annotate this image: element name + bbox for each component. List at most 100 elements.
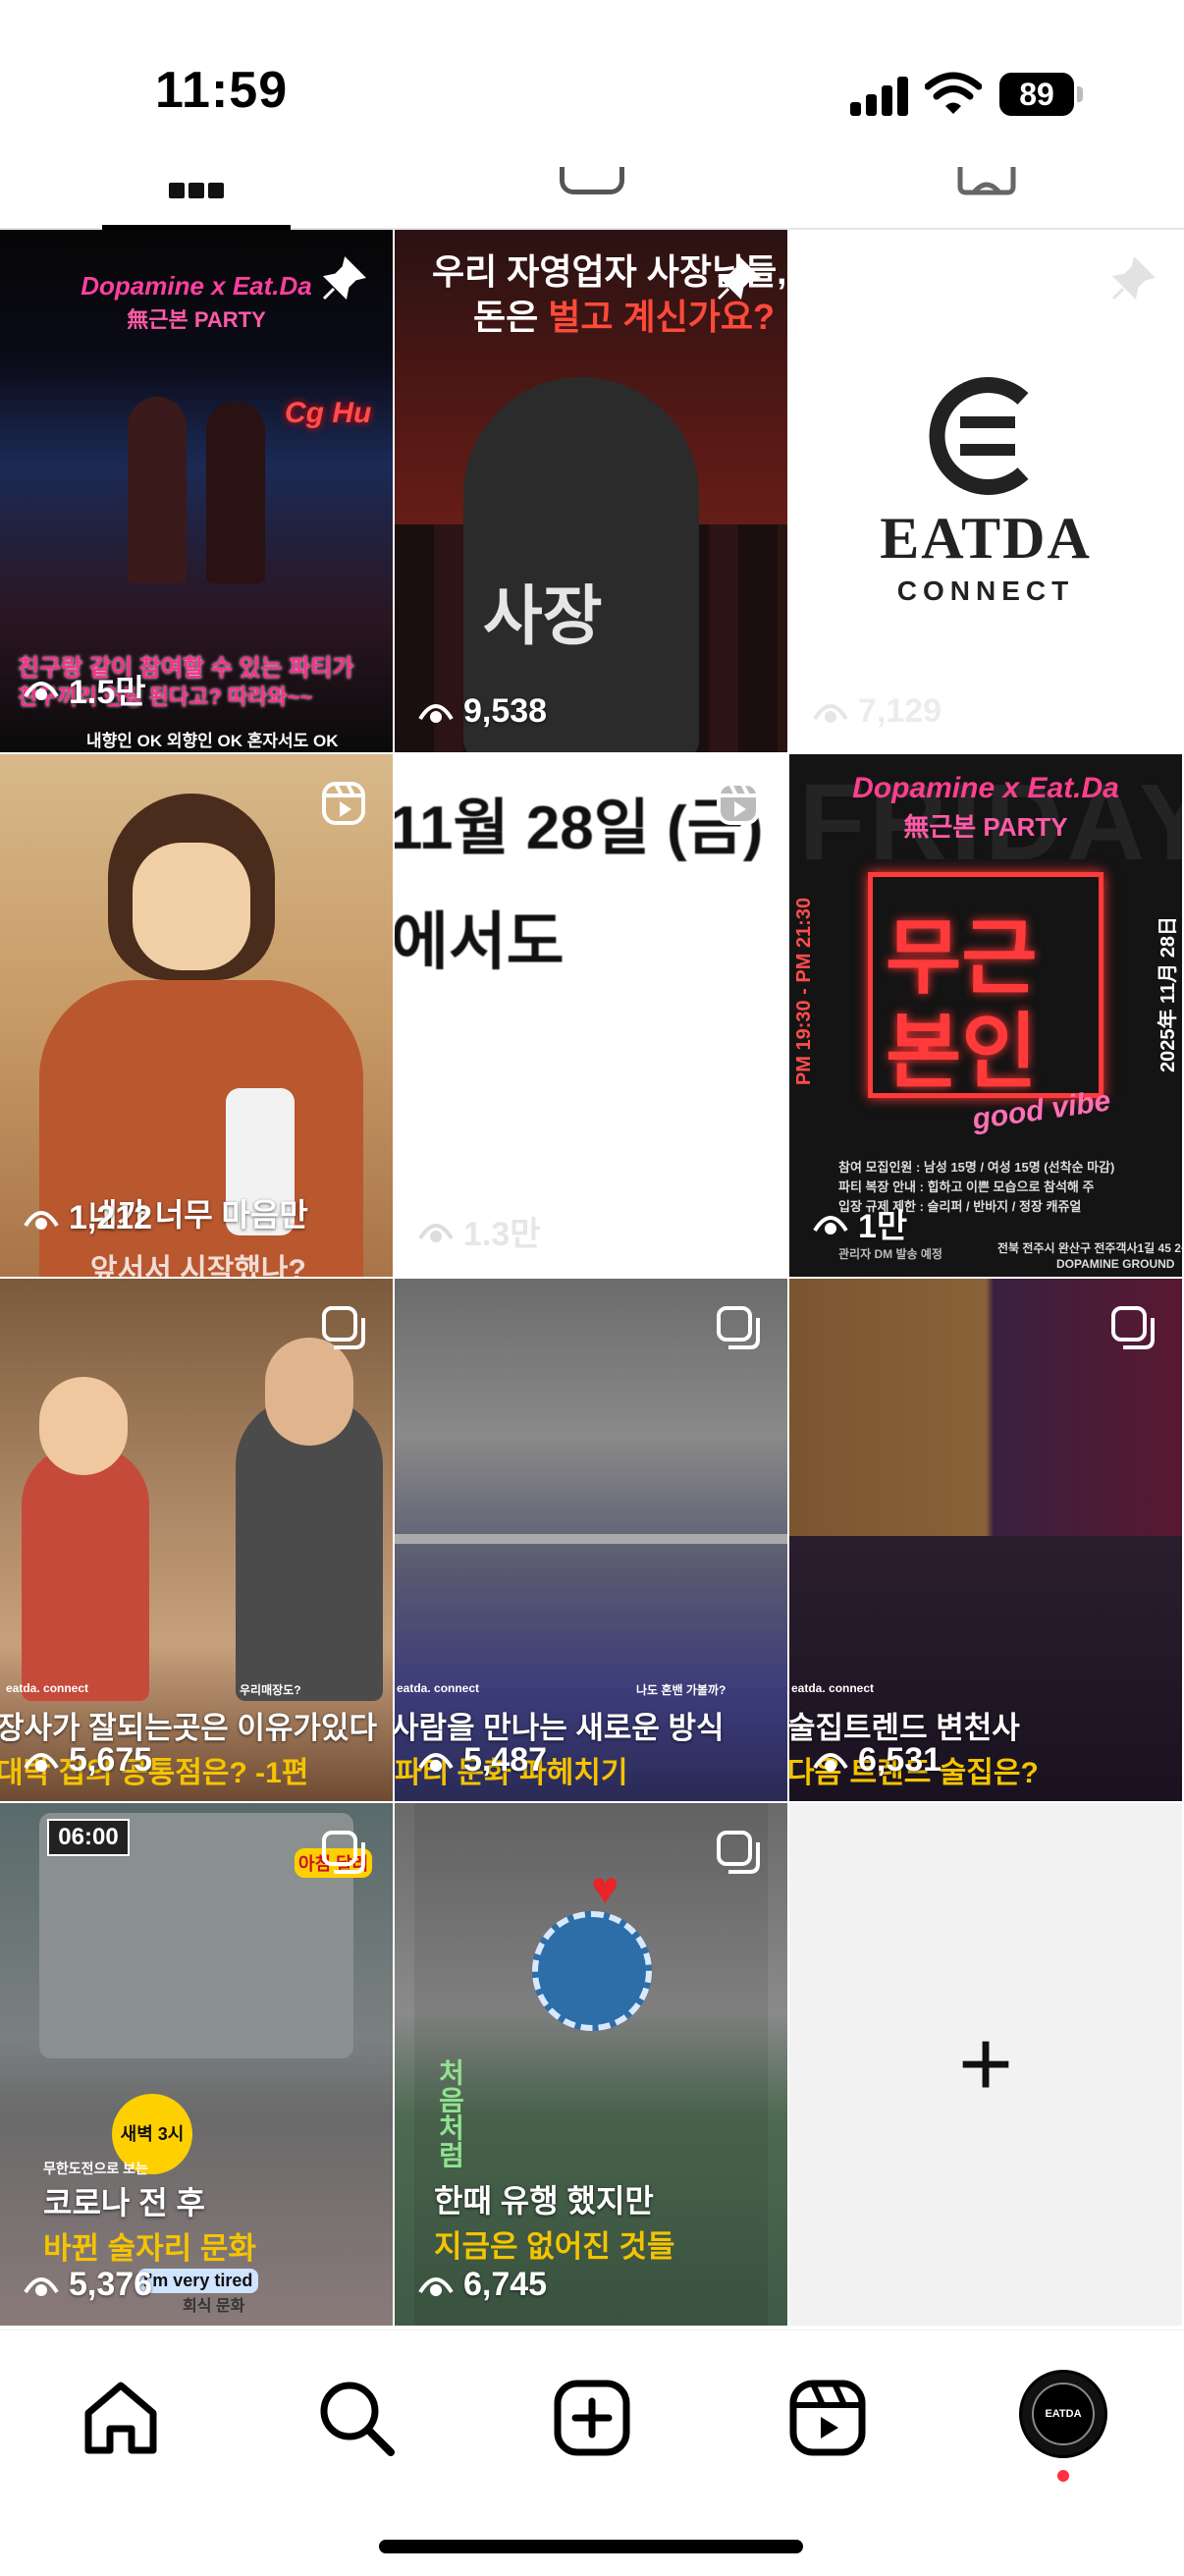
neon-sign: Cg Hu [285,397,372,429]
avatar-label: EATDA [1045,2408,1082,2420]
signal-icon [850,75,909,116]
view-count: 1만 [813,1199,907,1247]
shirt-text: 사장 [483,579,603,652]
post-caption: 앞서서 시작했나? [90,1254,306,1277]
notification-dot [1057,2470,1069,2482]
view-count: 5,376 [24,2266,152,2304]
eye-icon [418,1752,454,1772]
view-count-text: 5,487 [463,1741,548,1779]
sticker-label: I'm very tired [137,2269,259,2293]
person-figure [22,1446,149,1701]
avatar-inner: EATDA [1032,2383,1095,2445]
sticker-label: 회식 문화 [183,2298,245,2315]
post-tile[interactable]: ♥ 처음처럼 한때 유행 했지만 지금은 없어진 것들 6,745 [395,1803,787,2326]
carousel-icon [717,1306,760,1349]
post-title: Dopamine x Eat.Da [852,772,1119,804]
post-tile[interactable]: FRIDAY Dopamine x Eat.Da 無근본 PARTY 무근 본인… [789,754,1182,1277]
view-count-text: 5,675 [69,1741,153,1779]
info-line: 참여 모집인원 : 남성 15명 / 여성 15명 (선착순 마감) [838,1160,1115,1175]
post-tile[interactable]: EATDA CONNECT 7,129 [789,230,1182,752]
headline-part: 돈은 [473,297,549,337]
view-count-text: 6,745 [463,2266,548,2303]
search-icon[interactable] [312,2374,401,2462]
post-tile[interactable]: eatda. connect 나도 혼밴 가볼까? 사람을 만나는 새로운 방식… [395,1279,787,1801]
view-count: 1,212 [24,1199,152,1237]
heart-icon: ♥ [591,1863,619,1915]
battery-indicator: 89 [999,73,1074,116]
brand-label: eatda. connect [791,1681,875,1695]
view-count-text: 6,531 [858,1741,942,1779]
post-subheadline: 바뀐 술자리 문화 [43,2231,256,2266]
neon-title: 본인 [886,1006,1038,1098]
footer-label: DOPAMINE GROUND [1056,1257,1175,1271]
pin-icon [717,256,761,301]
logo-word: EATDA [880,506,1092,571]
tab-reels[interactable] [395,167,789,228]
post-headline: 11월 28일 (금) [395,795,764,862]
view-count: 7,129 [813,692,942,731]
tab-posts[interactable] [0,167,395,230]
post-footer: 내향인 OK 외향인 OK 혼자서도 OK [86,732,339,750]
eatda-logo [929,377,1029,495]
battery-cap [1077,86,1083,102]
person-face [265,1338,353,1446]
view-count-text: 1.3만 [463,1216,541,1253]
post-tile[interactable]: eatda. connect 술집트렌드 변천사 다음 트렌드 술집은? 6,5… [789,1279,1182,1801]
home-icon[interactable] [77,2374,165,2462]
view-count-text: 1.5만 [69,674,146,711]
post-tile[interactable]: 우리 자영업자 사장님들, 돈은 벌고 계신가요? 사장 9,538 [395,230,787,752]
bottle-label: 처음처럼 [435,2058,465,2168]
eye-icon [418,2276,454,2296]
info-line: 관리자 DM 발송 예정 [838,1247,942,1261]
headline-part: 벌고 계신가요? [548,297,775,337]
post-tile[interactable]: Dopamine x Eat.Da 無근본 PARTY Cg Hu 친구랑 같이… [0,230,393,752]
post-subtitle: 無근본 PARTY [903,812,1068,842]
reels-icon [560,167,624,194]
view-count: 1.5만 [24,665,146,713]
view-count-text: 5,376 [69,2266,153,2303]
post-tile[interactable]: 11월 28일 (금) 에서도 1.3만 [395,754,787,1277]
wifi-icon [925,72,982,114]
post-headline: 코로나 전 후 [43,2185,205,2220]
avatar[interactable]: EATDA [1019,2370,1107,2458]
small-label: 나도 혼밴 가볼까? [636,1683,727,1697]
pin-icon [1111,256,1156,301]
small-label: 우리매장도? [240,1683,301,1697]
post-tile[interactable]: 06:00 아침 달려 새벽 3시 무한도전으로 보는 코로나 전 후 바뀐 술… [0,1803,393,2326]
view-count: 6,531 [813,1741,942,1780]
view-count-text: 1,212 [69,1199,153,1236]
person-face [39,1377,128,1475]
clock-display: 06:00 [47,1819,130,1856]
reel-icon [322,782,365,825]
tab-tagged[interactable] [789,167,1184,228]
home-indicator [379,2540,803,2553]
eye-icon [24,1752,59,1772]
info-line: 파티 복장 안내 : 힙하고 이쁜 모습으로 참석해 주 [838,1179,1095,1194]
add-post-button[interactable]: + [789,1803,1182,2326]
side-time: PM 19:30 - PM 21:30 [793,897,816,1086]
eye-icon [24,1210,59,1230]
create-icon[interactable] [548,2374,636,2462]
person-face [133,843,250,970]
post-headline: 에서도 [395,906,565,977]
view-count: 6,745 [418,2266,547,2304]
info-line: 전북 전주시 완산구 전주객사1길 45 2층 [997,1241,1182,1255]
logo-subword: CONNECT [896,575,1075,606]
post-tile[interactable]: 내가 너무 마음만 앞서서 시작했나? 1,212 [0,754,393,1277]
view-count-text: 7,129 [858,692,942,730]
profile-tabs [0,167,1184,230]
status-bar: 11:59 89 [0,0,1184,167]
view-count: 9,538 [418,692,547,731]
side-date: 2025年 11月 28日 [1157,916,1179,1072]
tagged-icon [957,167,1016,195]
brand-label: eatda. connect [6,1681,89,1695]
eye-icon [24,681,59,700]
eye-icon [813,1752,848,1772]
reels-icon[interactable] [783,2374,872,2462]
pin-icon [322,256,366,301]
image-divider [395,1534,787,1544]
post-subtitle: 無근본 PARTY [127,307,266,332]
status-time: 11:59 [155,62,289,119]
post-tile[interactable]: eatda. connect 우리매장도? 장사가 잘되는곳은 이유가있다 대박… [0,1279,393,1801]
person-figure [128,397,187,583]
